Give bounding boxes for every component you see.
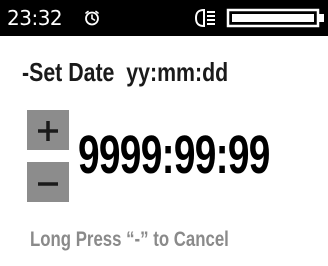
status-bar: 23:32	[0, 0, 328, 36]
cancel-hint: Long Press “-” to Cancel	[30, 228, 229, 251]
decrement-button[interactable]	[27, 162, 69, 202]
device-screen: 23:32 -Set Date yy:mm:dd 9999:99:99 Long…	[0, 0, 328, 266]
minus-icon	[38, 182, 58, 186]
battery-icon	[226, 8, 326, 28]
alarm-icon	[84, 10, 100, 26]
plus-icon	[38, 121, 58, 141]
screen-title: -Set Date yy:mm:dd	[22, 57, 229, 87]
status-time: 23:32	[7, 6, 63, 30]
increment-button[interactable]	[27, 110, 69, 150]
date-value: 9999:99:99	[78, 125, 270, 185]
headlight-icon	[192, 8, 216, 28]
